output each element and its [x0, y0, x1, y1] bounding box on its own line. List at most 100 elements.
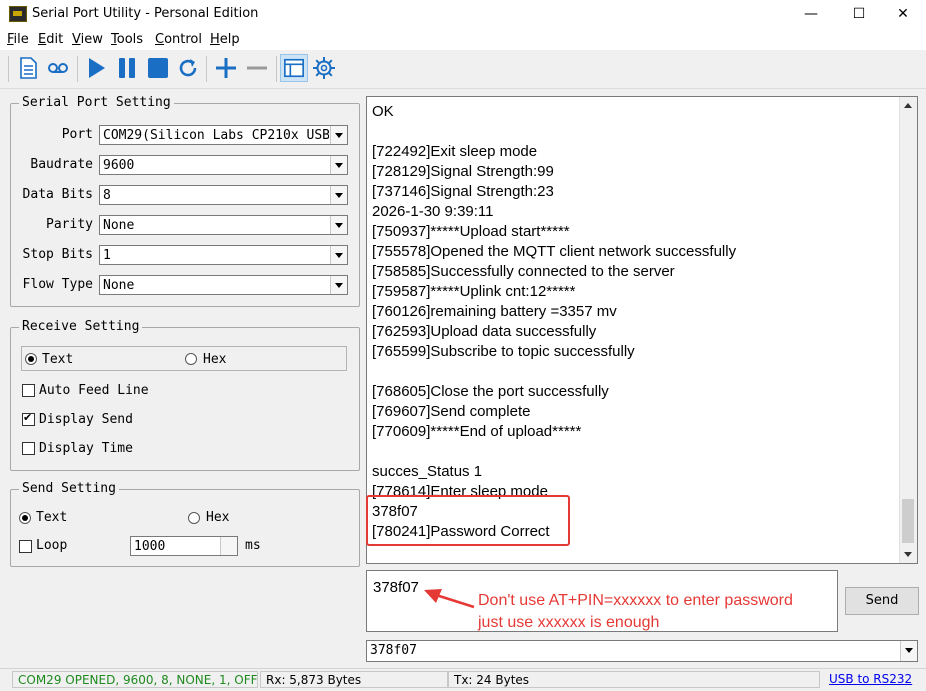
toolbar-separator — [276, 56, 277, 82]
scroll-thumb[interactable] — [902, 499, 914, 543]
play-icon[interactable] — [84, 56, 108, 80]
port-value: COM29(Silicon Labs CP210x USB — [103, 128, 329, 143]
chevron-down-icon[interactable] — [330, 156, 347, 174]
flow-type-select[interactable]: None — [99, 275, 348, 295]
scroll-up-icon[interactable] — [900, 97, 917, 114]
port-label: Port — [61, 127, 93, 142]
window-icon — [284, 58, 304, 78]
window-toggle-button[interactable] — [280, 54, 308, 82]
stop-bits-value: 1 — [103, 248, 111, 263]
menu-file-rest: ile — [13, 32, 29, 47]
send-button[interactable]: Send — [845, 587, 919, 615]
minus-icon[interactable] — [245, 56, 269, 80]
chevron-down-icon[interactable] — [330, 186, 347, 204]
chevron-down-icon[interactable] — [330, 246, 347, 264]
annotation-line-2: just use xxxxxx is enough — [478, 614, 660, 631]
send-history-select[interactable]: 378f07 — [366, 640, 918, 662]
send-hex-radio[interactable] — [188, 512, 200, 524]
receive-text-label: Text — [42, 352, 74, 367]
receive-hex-radio[interactable] — [185, 353, 197, 365]
auto-feed-line-checkbox[interactable] — [22, 384, 35, 397]
data-bits-select[interactable]: 8 — [99, 185, 348, 205]
chevron-down-icon[interactable] — [900, 641, 917, 661]
chevron-down-icon[interactable] — [330, 216, 347, 234]
chevron-down-icon[interactable] — [330, 276, 347, 294]
stop-bits-label: Stop Bits — [22, 247, 93, 262]
receive-line: [759587]*****Uplink cnt:12***** — [372, 283, 576, 300]
receive-lines: OK [722492]Exit sleep mode [728129]Signal … — [372, 102, 736, 542]
receive-textarea[interactable]: OK [722492]Exit sleep mode [728129]Signal … — [366, 96, 918, 564]
receive-scrollbar[interactable] — [899, 97, 917, 563]
send-text-radio[interactable] — [19, 512, 31, 524]
toolbar — [0, 50, 926, 89]
usb-to-rs232-link[interactable]: USB to RS232 — [829, 672, 912, 686]
receive-line: succes_Status 1 — [372, 463, 483, 480]
baudrate-label: Baudrate — [30, 157, 93, 172]
stop-bits-select[interactable]: 1 — [99, 245, 348, 265]
status-port: COM29 OPENED, 9600, 8, NONE, 1, OFF — [12, 671, 258, 688]
loop-label: Loop — [36, 538, 68, 553]
send-history-value: 378f07 — [370, 643, 417, 658]
data-bits-label: Data Bits — [22, 187, 93, 202]
menu-view-rest: iew — [80, 32, 103, 47]
parity-select[interactable]: None — [99, 215, 348, 235]
baudrate-select[interactable]: 9600 — [99, 155, 348, 175]
annotation-line-1: Don't use AT+PIN=xxxxxx to enter passwor… — [478, 592, 793, 609]
display-send-checkbox[interactable] — [22, 411, 35, 426]
status-tx: Tx: 24 Bytes — [448, 671, 820, 688]
close-button[interactable]: ✕ — [880, 0, 926, 28]
receive-line: [770609]*****End of upload***** — [372, 423, 582, 440]
app-icon — [9, 6, 27, 22]
receive-line — [372, 122, 736, 142]
receive-line: [765599]Subscribe to topic successfully — [372, 343, 635, 360]
stop-icon[interactable] — [146, 56, 170, 80]
send-hex-label: Hex — [206, 510, 230, 525]
receive-line: [755578]Opened the MQTT client network s… — [372, 243, 737, 260]
maximize-button[interactable]: ☐ — [836, 0, 882, 28]
cassette-icon[interactable] — [46, 56, 70, 80]
port-select[interactable]: COM29(Silicon Labs CP210x USB — [99, 125, 348, 145]
minimize-button[interactable]: — — [788, 0, 834, 28]
toolbar-separator — [206, 56, 207, 82]
stepper-down-icon[interactable] — [220, 546, 237, 555]
display-time-checkbox[interactable] — [22, 442, 35, 455]
menu-help-rest: elp — [219, 32, 240, 47]
menu-help[interactable]: Help — [210, 32, 240, 47]
gear-icon[interactable] — [312, 56, 336, 80]
pause-icon[interactable] — [115, 56, 139, 80]
menu-view[interactable]: View — [72, 32, 103, 47]
scroll-down-icon[interactable] — [900, 546, 917, 563]
send-text-label: Text — [36, 510, 68, 525]
toolbar-grip — [8, 56, 9, 82]
receive-line: [737146]Signal Strength:23 — [372, 183, 554, 200]
receive-line: [750937]*****Upload start***** — [372, 223, 570, 240]
status-rx: Rx: 5,873 Bytes — [260, 671, 448, 688]
menu-file[interactable]: File — [7, 32, 29, 47]
document-icon[interactable] — [16, 56, 40, 80]
receive-line: [728129]Signal Strength:99 — [372, 163, 554, 180]
menu-edit[interactable]: Edit — [38, 32, 63, 47]
data-bits-value: 8 — [103, 188, 111, 203]
menu-control-rest: ontrol — [164, 32, 202, 47]
receive-line — [372, 362, 736, 382]
refresh-icon[interactable] — [176, 56, 200, 80]
arrow-icon — [424, 589, 475, 609]
loop-checkbox[interactable] — [19, 540, 32, 553]
menu-control[interactable]: Control — [155, 32, 202, 47]
menu-bar: File Edit View Tools Control Help — [0, 28, 926, 50]
receive-line: OK — [372, 103, 394, 120]
title-bar: Serial Port Utility - Personal Edition —… — [0, 0, 926, 28]
receive-text-radio[interactable] — [25, 353, 37, 365]
receive-line: 2026-1-30 9:39:11 — [372, 203, 494, 220]
loop-interval-unit: ms — [245, 538, 261, 553]
loop-interval-stepper[interactable]: 1000 — [130, 536, 238, 556]
receive-line: [722492]Exit sleep mode — [372, 143, 538, 160]
menu-tools[interactable]: Tools — [111, 32, 143, 47]
plus-icon[interactable] — [214, 56, 238, 80]
receive-setting-title: Receive Setting — [19, 319, 143, 334]
receive-line — [372, 442, 736, 462]
loop-interval-value: 1000 — [134, 539, 166, 554]
receive-hex-label: Hex — [203, 352, 227, 367]
chevron-down-icon[interactable] — [330, 126, 347, 144]
receive-line: [762593]Upload data successfully — [372, 323, 597, 340]
